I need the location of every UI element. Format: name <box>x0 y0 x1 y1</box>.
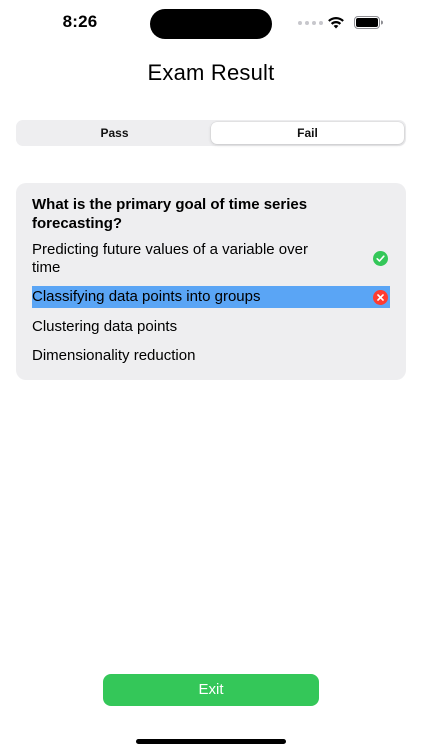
answer-option: Clustering data points <box>32 318 390 336</box>
segment-pass[interactable]: Pass <box>18 122 211 144</box>
answer-option-correct: Predicting future values of a variable o… <box>32 241 390 277</box>
status-time: 8:26 <box>62 12 98 31</box>
question-text: What is the primary goal of time series … <box>32 196 308 232</box>
wifi-icon <box>328 17 344 29</box>
x-circle-icon <box>373 290 388 305</box>
page-title: Exam Result <box>147 60 275 85</box>
answer-label: Classifying data points into groups <box>32 288 261 305</box>
exit-button[interactable]: Exit <box>103 674 319 706</box>
segment-fail[interactable]: Fail <box>211 122 404 144</box>
answer-option-selected-wrong: Classifying data points into groups <box>32 286 390 308</box>
answer-option: Dimensionality reduction <box>32 347 390 365</box>
question-card: What is the primary goal of time series … <box>16 183 406 380</box>
answer-label: Clustering data points <box>32 318 178 335</box>
home-indicator[interactable] <box>136 739 286 744</box>
pass-fail-segmented-control: Pass Fail <box>16 120 406 146</box>
answer-label: Dimensionality reduction <box>32 347 196 364</box>
battery-icon <box>354 16 383 29</box>
signal-icon <box>298 21 323 25</box>
checkmark-circle-icon <box>373 251 388 266</box>
dynamic-island <box>150 9 272 39</box>
status-bar: 8:26 <box>0 0 422 48</box>
answer-label: Predicting future values of a variable o… <box>32 241 308 276</box>
status-indicators <box>298 14 390 32</box>
